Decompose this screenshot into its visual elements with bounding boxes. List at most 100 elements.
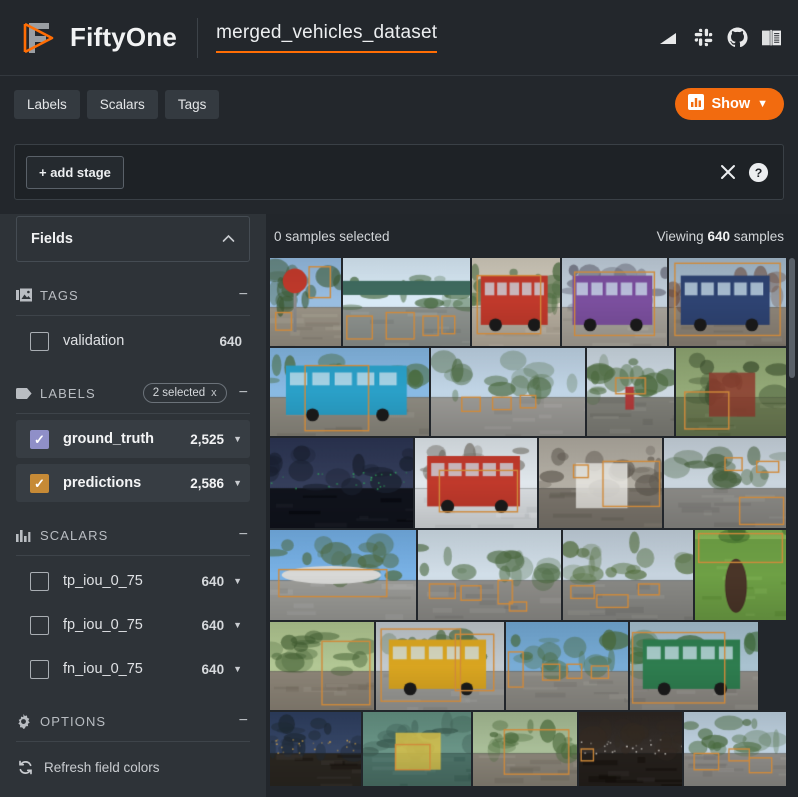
field-row-validation[interactable]: validation 640 xyxy=(16,322,250,360)
collapse-scalars-icon[interactable]: − xyxy=(237,527,250,543)
sample-car-windshield-debris[interactable] xyxy=(473,712,578,786)
sample-yellow-bus-rear[interactable] xyxy=(376,622,504,710)
field-row-ground-truth[interactable]: ✓ ground_truth 2,525 ▼ xyxy=(16,420,250,458)
field-count: 2,586 xyxy=(190,475,225,491)
chevron-up-icon xyxy=(222,232,235,246)
section-rule-scalars xyxy=(16,555,250,556)
sample-person-umbrella-rain[interactable] xyxy=(586,348,675,436)
tab-labels[interactable]: Labels xyxy=(14,89,80,119)
expand-predictions-icon[interactable]: ▼ xyxy=(233,478,242,488)
section-header-options[interactable]: OPTIONS − xyxy=(16,710,250,732)
sample-bus-terminal[interactable] xyxy=(562,530,694,620)
checkbox-fp-iou-0-75[interactable] xyxy=(30,615,49,635)
expand-tp-iou-icon[interactable]: ▼ xyxy=(233,576,242,586)
fields-selector[interactable]: Fields xyxy=(16,216,250,262)
expand-ground-truth-icon[interactable]: ▼ xyxy=(233,434,242,444)
field-row-predictions[interactable]: ✓ predictions 2,586 ▼ xyxy=(16,464,250,502)
sample-intersection-crosswalk[interactable] xyxy=(664,438,786,528)
sample-road-vehicles-hill[interactable] xyxy=(506,622,628,710)
sample-rural-road-cattle[interactable] xyxy=(270,622,374,710)
docs-book-icon[interactable] xyxy=(760,27,782,49)
sample-red-truck-snow[interactable] xyxy=(415,438,537,528)
sample-grid-row xyxy=(270,348,786,436)
collapse-options-icon[interactable]: − xyxy=(237,713,250,729)
chip-close-icon[interactable]: x xyxy=(211,387,217,399)
sample-dog-on-lawn[interactable] xyxy=(695,530,787,620)
tab-scalars[interactable]: Scalars xyxy=(86,89,158,119)
sample-city-street-cars[interactable] xyxy=(683,712,786,786)
collapse-tags-icon[interactable]: − xyxy=(237,287,250,303)
selected-count-chip[interactable]: 2 selected x xyxy=(142,383,227,403)
sample-green-dump-truck[interactable] xyxy=(630,622,758,710)
sample-traffic-light-dusk[interactable] xyxy=(270,438,414,528)
sample-grid xyxy=(270,258,787,786)
slack-icon[interactable] xyxy=(692,27,714,49)
section-title-labels: LABELS xyxy=(40,385,96,401)
view-bar[interactable]: + add stage ? xyxy=(14,144,784,200)
help-circle-icon[interactable]: ? xyxy=(748,162,769,183)
main-panel: 0 samples selected Viewing 640 samples xyxy=(266,214,798,797)
photo-stack-icon xyxy=(16,288,33,302)
add-stage-button[interactable]: + add stage xyxy=(26,155,124,189)
color-by-label-row[interactable]: Color by label xyxy=(16,792,250,797)
sidebar: Fields TAGS − validation 640 LABELS 2 se… xyxy=(0,214,266,797)
sample-airplane-tarmac[interactable] xyxy=(270,530,417,620)
checkbox-ground-truth[interactable]: ✓ xyxy=(30,429,49,449)
sample-grid-row xyxy=(270,258,786,346)
viewing-count: 640 xyxy=(707,228,730,244)
close-icon[interactable] xyxy=(719,163,737,181)
checkbox-tp-iou-0-75[interactable] xyxy=(30,571,49,591)
sample-grid-row xyxy=(270,622,786,710)
collapse-labels-icon[interactable]: − xyxy=(237,385,250,401)
tab-tags[interactable]: Tags xyxy=(164,89,220,119)
field-row-fn-iou-0-75[interactable]: fn_iou_0_75 640 ▼ xyxy=(16,650,250,688)
field-label: tp_iou_0_75 xyxy=(63,573,143,589)
sample-city-street-buildings[interactable] xyxy=(431,348,585,436)
sample-night-buildings[interactable] xyxy=(270,712,362,786)
checkbox-fn-iou-0-75[interactable] xyxy=(30,659,49,679)
sample-highway-overpass[interactable] xyxy=(343,258,471,346)
dataset-name: merged_vehicles_dataset xyxy=(216,22,438,43)
field-row-fp-iou-0-75[interactable]: fp_iou_0_75 640 ▼ xyxy=(16,606,250,644)
section-header-tags[interactable]: TAGS − xyxy=(16,284,250,306)
chevron-down-icon: ▼ xyxy=(757,98,768,110)
field-count: 2,525 xyxy=(190,431,225,447)
refresh-icon xyxy=(16,759,35,776)
fiftyone-logo-icon[interactable] xyxy=(14,13,64,63)
sample-two-people-night[interactable] xyxy=(579,712,682,786)
app-header: FiftyOne merged_vehicles_dataset xyxy=(0,0,798,76)
sample-urban-building-bus-stop[interactable] xyxy=(418,530,561,620)
viewing-prefix: Viewing xyxy=(656,228,708,244)
header-icon-group xyxy=(658,27,782,49)
expand-fn-iou-icon[interactable]: ▼ xyxy=(233,664,242,674)
sample-people-loading-suv[interactable] xyxy=(538,438,663,528)
field-label: predictions xyxy=(63,475,142,491)
dataset-selector[interactable]: merged_vehicles_dataset xyxy=(216,22,438,53)
viewing-suffix: samples xyxy=(729,228,784,244)
field-row-tp-iou-0-75[interactable]: tp_iou_0_75 640 ▼ xyxy=(16,562,250,600)
sample-stop-sign-street[interactable] xyxy=(270,258,342,346)
section-header-labels[interactable]: LABELS 2 selected x − xyxy=(16,382,250,404)
checkbox-validation[interactable] xyxy=(30,331,49,351)
section-title-scalars: SCALARS xyxy=(40,527,109,543)
refresh-field-colors-button[interactable]: Refresh field colors xyxy=(16,750,250,784)
section-title-tags: TAGS xyxy=(40,287,79,303)
expand-fp-iou-icon[interactable]: ▼ xyxy=(233,620,242,630)
field-count: 640 xyxy=(219,333,242,349)
signal-wedge-icon[interactable] xyxy=(658,27,680,49)
vertical-scrollbar[interactable] xyxy=(789,258,795,378)
github-icon[interactable] xyxy=(726,27,748,49)
show-button-label: Show xyxy=(711,96,751,112)
sample-grid-scroll[interactable] xyxy=(266,258,798,797)
sample-red-doubledecker-bus[interactable] xyxy=(472,258,560,346)
sample-mirror-reflection[interactable] xyxy=(363,712,472,786)
field-count: 640 xyxy=(201,661,225,677)
sample-white-city-bus[interactable] xyxy=(668,258,786,346)
sample-blue-tram[interactable] xyxy=(270,348,430,436)
section-header-scalars[interactable]: SCALARS − xyxy=(16,524,250,546)
sample-purple-bus[interactable] xyxy=(561,258,667,346)
show-button[interactable]: Show ▼ xyxy=(675,88,784,120)
sample-farm-equipment-garage[interactable] xyxy=(676,348,786,436)
checkbox-predictions[interactable]: ✓ xyxy=(30,473,49,493)
sample-grid-row xyxy=(270,530,787,620)
